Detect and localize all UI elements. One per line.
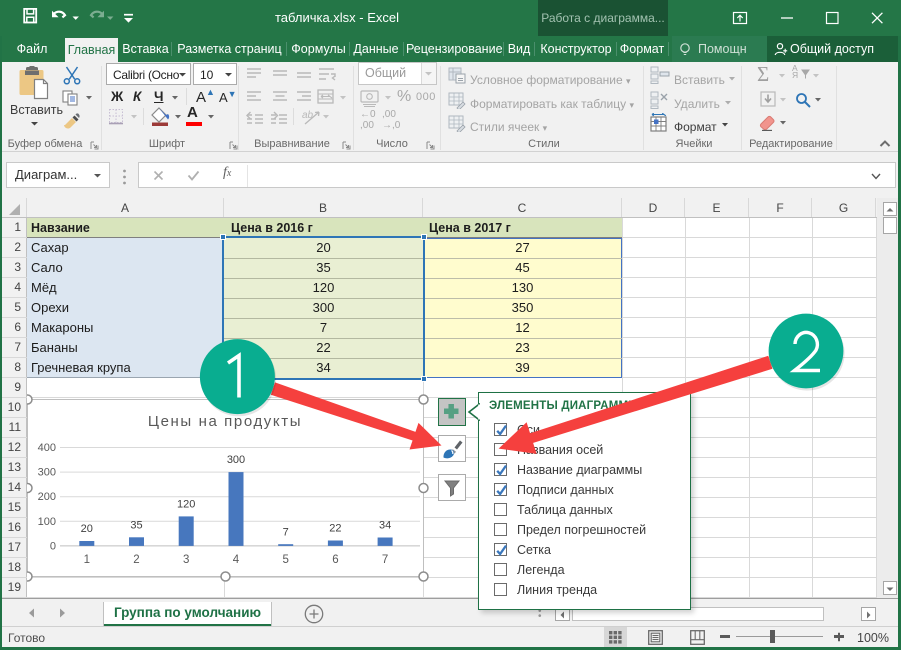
svg-text:3: 3: [183, 554, 189, 566]
svg-text:200: 200: [38, 491, 56, 503]
svg-text:300: 300: [38, 467, 56, 479]
svg-text:Цены на продукты: Цены на продукты: [148, 413, 302, 430]
svg-text:7: 7: [283, 527, 289, 539]
svg-text:300: 300: [227, 454, 245, 466]
svg-text:20: 20: [81, 523, 93, 535]
svg-text:1: 1: [84, 554, 90, 566]
svg-text:400: 400: [38, 442, 56, 454]
svg-text:35: 35: [130, 520, 142, 532]
svg-text:5: 5: [282, 554, 288, 566]
svg-text:ab: ab: [302, 110, 314, 121]
svg-text:6: 6: [332, 554, 338, 566]
svg-text:7: 7: [382, 554, 388, 566]
svg-text:4: 4: [233, 554, 240, 566]
svg-text:0: 0: [50, 540, 56, 552]
svg-text:22: 22: [329, 523, 341, 535]
svg-text:120: 120: [177, 499, 195, 511]
svg-text:34: 34: [379, 520, 391, 532]
svg-text:100: 100: [38, 516, 56, 528]
svg-text:2: 2: [133, 554, 139, 566]
